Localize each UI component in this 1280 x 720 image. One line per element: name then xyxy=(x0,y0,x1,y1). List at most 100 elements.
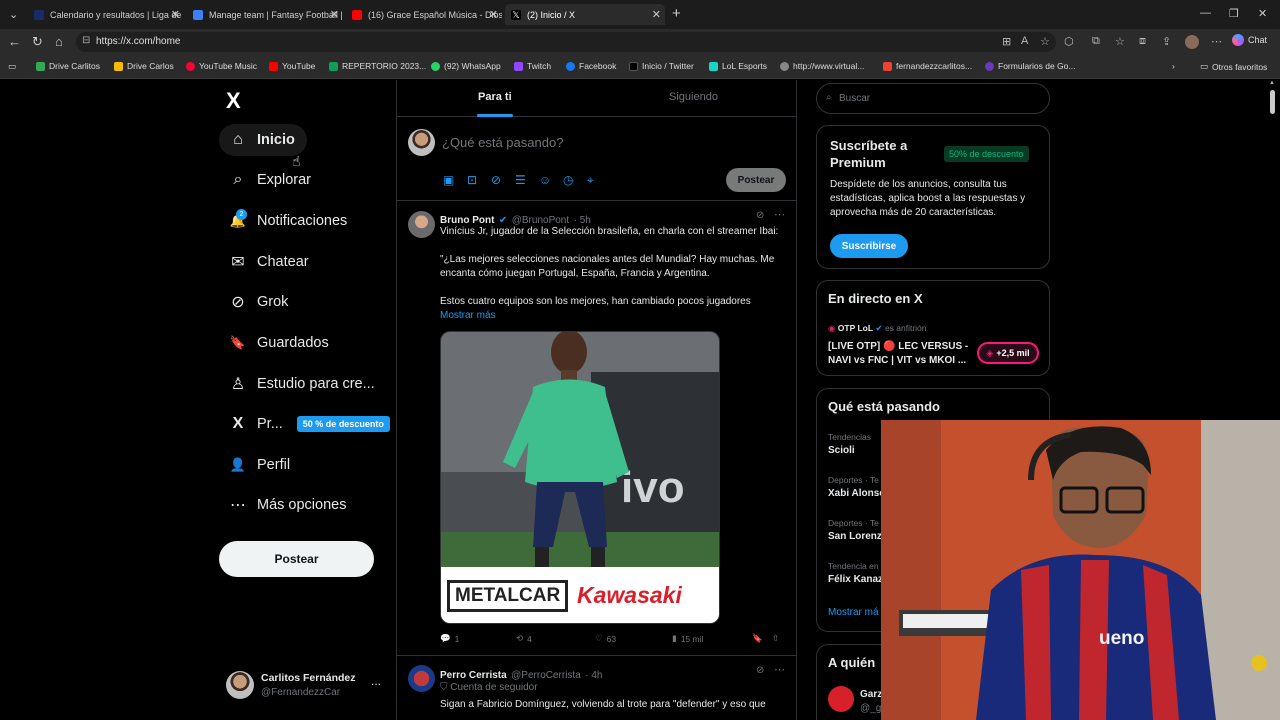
tweet-more-icon[interactable]: ⋯ xyxy=(774,208,785,221)
tweet[interactable]: Perro Cerrista @PerroCerrista · 4h ⊘ ⋯ ⛉… xyxy=(397,657,796,720)
sidebar-item-guardados[interactable]: 🔖 Guardados xyxy=(219,327,329,359)
live-listeners-pill[interactable]: ◈ +2,5 mil xyxy=(977,342,1039,364)
favorites-icon[interactable]: ☆ xyxy=(1115,35,1125,48)
reply-button[interactable]: 💬 1 xyxy=(440,633,459,644)
bookmark-whatsapp[interactable]: (92) WhatsApp xyxy=(431,61,501,71)
site-info-icon[interactable]: ⊟ xyxy=(82,35,90,46)
collections-icon[interactable]: ⧈ xyxy=(1139,35,1146,48)
sidebar-item-mas-opciones[interactable]: ⋯ Más opciones xyxy=(219,489,346,521)
new-tab-icon[interactable]: + xyxy=(672,5,681,22)
views-button[interactable]: ▮ 15 mil xyxy=(672,633,703,644)
browser-tab-x[interactable]: 𝕏 (2) Inicio / X ✕ xyxy=(505,4,665,25)
like-button[interactable]: ♡ 63 xyxy=(595,633,616,644)
share-icon[interactable]: ⇪ xyxy=(1162,35,1171,48)
bookmark-twitch[interactable]: Twitch xyxy=(514,61,551,71)
bookmark-facebook[interactable]: Facebook xyxy=(566,61,616,71)
app-available-icon[interactable]: ⊞ xyxy=(1002,35,1011,48)
bookmark-virtual[interactable]: http://www.virtual... xyxy=(780,61,864,71)
tweet-media-image[interactable]: ivo METALCAR Kawasaki xyxy=(440,331,720,624)
restore-icon[interactable]: ❐ xyxy=(1229,7,1239,20)
reload-icon[interactable]: ↻ xyxy=(32,34,43,50)
subscribe-button[interactable]: Suscribirse xyxy=(830,234,908,258)
suggested-user-handle[interactable]: @_g xyxy=(860,703,881,714)
scroll-thumb[interactable] xyxy=(1269,90,1275,114)
browser-tab-liga[interactable]: Calendario y resultados | Liga de C ✕ xyxy=(28,4,184,25)
home-browser-icon[interactable]: ⌂ xyxy=(55,34,63,49)
gif-icon[interactable]: ⊡ xyxy=(467,173,477,187)
close-tab-icon[interactable]: ✕ xyxy=(171,8,180,21)
tweet[interactable]: Bruno Pont ✔ @BrunoPont · 5h ⊘ ⋯ Viníciu… xyxy=(397,201,796,656)
trend-name[interactable]: San Lorenzo xyxy=(828,531,888,542)
other-bookmarks[interactable]: ▭ Otros favoritos xyxy=(1200,61,1267,72)
suggested-user-name[interactable]: Garz xyxy=(860,689,882,700)
extension-icon[interactable]: ⬡ xyxy=(1064,35,1074,48)
live-stream-title[interactable]: NAVI vs FNC | VIT vs MKOI ... xyxy=(828,355,966,366)
schedule-icon[interactable]: ◷ xyxy=(563,173,573,187)
read-aloud-icon[interactable]: A xyxy=(1021,35,1028,47)
trend-name[interactable]: Scioli xyxy=(828,445,855,456)
bookmark-youtube[interactable]: YouTube xyxy=(269,61,315,71)
bookmark-inicio-twitter[interactable]: Inicio / Twitter xyxy=(629,61,694,71)
trends-show-more-link[interactable]: Mostrar má xyxy=(828,607,879,618)
trend-name[interactable]: Félix Kanaz xyxy=(828,574,883,585)
location-icon[interactable]: ⌖ xyxy=(587,173,594,188)
split-screen-icon[interactable]: ⧉ xyxy=(1092,35,1100,48)
bookmark-repertorio[interactable]: REPERTORIO 2023... xyxy=(329,61,426,71)
tweet-more-icon[interactable]: ⋯ xyxy=(774,663,785,676)
back-icon[interactable]: ← xyxy=(8,34,21,49)
emoji-icon[interactable]: ☺ xyxy=(539,173,551,187)
sidebar-item-grok[interactable]: ⊘ Grok xyxy=(219,286,288,318)
account-menu-icon[interactable]: ... xyxy=(371,674,381,688)
bookmark-formularios[interactable]: Formularios de Go... xyxy=(985,61,1075,71)
bookmark-tweet-icon[interactable]: 🔖 xyxy=(752,633,763,644)
tab-list-chevron-icon[interactable]: ⌄ xyxy=(9,8,18,21)
bookmark-lol-esports[interactable]: LoL Esports xyxy=(709,61,767,71)
minimize-icon[interactable]: — xyxy=(1200,7,1211,19)
sidebar-item-premium[interactable]: X Pr... 50 % de descuento xyxy=(219,408,390,440)
account-switcher[interactable]: Carlitos Fernández @FernandezzCar ... xyxy=(226,668,386,704)
tweet-time[interactable]: · 4h xyxy=(585,670,602,681)
scroll-up-icon[interactable]: ▲ xyxy=(1269,80,1275,88)
sidebar-item-perfil[interactable]: 👤 Perfil xyxy=(219,449,290,481)
suggested-user-avatar[interactable] xyxy=(828,686,854,712)
x-logo-icon[interactable]: X xyxy=(226,88,241,114)
grok-explain-icon[interactable]: ⊘ xyxy=(756,210,764,221)
bookmark-drive-carlos[interactable]: Drive Carlos xyxy=(114,61,174,71)
bookmarks-overflow-icon[interactable]: › xyxy=(1172,61,1175,71)
retweet-button[interactable]: ⟲ 4 xyxy=(516,633,532,644)
image-icon[interactable]: ▣ xyxy=(443,173,454,187)
browser-tab-fantasy[interactable]: Manage team | Fantasy Football | ✕ xyxy=(187,4,343,25)
live-stream-title[interactable]: [LIVE OTP] 🔴 LEC VERSUS - xyxy=(828,341,968,352)
compose-post-button[interactable]: Postear xyxy=(726,168,786,192)
show-more-link[interactable]: Mostrar más xyxy=(440,309,790,323)
live-host[interactable]: ◉ OTP LoL ✔ es anfitrión xyxy=(828,323,927,334)
sidebar-item-inicio[interactable]: ⌂ Inicio xyxy=(219,124,307,156)
tab-siguiendo[interactable]: Siguiendo xyxy=(669,91,718,103)
tweet-author-handle[interactable]: @PerroCerrista xyxy=(511,670,581,681)
bookmark-gmail[interactable]: fernandezzcarlitos... xyxy=(883,61,972,71)
copilot-chat-button[interactable]: Chat xyxy=(1232,34,1267,46)
close-tab-icon[interactable]: ✕ xyxy=(489,8,498,21)
poll-icon[interactable]: ☰ xyxy=(515,173,526,187)
close-tab-icon[interactable]: ✕ xyxy=(330,8,339,21)
profile-avatar-icon[interactable] xyxy=(1185,35,1199,49)
favorite-star-icon[interactable]: ☆ xyxy=(1040,35,1050,48)
settings-more-icon[interactable]: ⋯ xyxy=(1211,35,1222,48)
reading-list-icon[interactable]: ▭ xyxy=(8,61,16,72)
bookmark-drive-carlitos[interactable]: Drive Carlitos xyxy=(36,61,100,71)
tweet-author-name[interactable]: Perro Cerrista xyxy=(440,670,507,681)
grok-compose-icon[interactable]: ⊘ xyxy=(491,173,501,187)
tweet-avatar[interactable] xyxy=(408,665,435,692)
tweet-avatar[interactable] xyxy=(408,211,435,238)
url-field[interactable]: ⊟ https://x.com/home xyxy=(76,32,1056,52)
tab-para-ti[interactable]: Para ti xyxy=(478,91,512,103)
search-input[interactable]: ⌕ Buscar xyxy=(816,83,1050,114)
sidebar-item-estudio[interactable]: ♙ Estudio para cre... xyxy=(219,368,375,400)
page-scrollbar[interactable]: ▲ xyxy=(1268,80,1276,120)
trend-name[interactable]: Xabi Alonso xyxy=(828,488,885,499)
browser-tab-youtube[interactable]: (16) Grace Español Música - Dios d ✕ xyxy=(346,4,502,25)
close-tab-icon[interactable]: ✕ xyxy=(652,8,661,21)
share-tweet-icon[interactable]: ⇧ xyxy=(772,633,779,644)
grok-explain-icon[interactable]: ⊘ xyxy=(756,665,764,676)
sidebar-post-button[interactable]: Postear xyxy=(219,541,374,577)
